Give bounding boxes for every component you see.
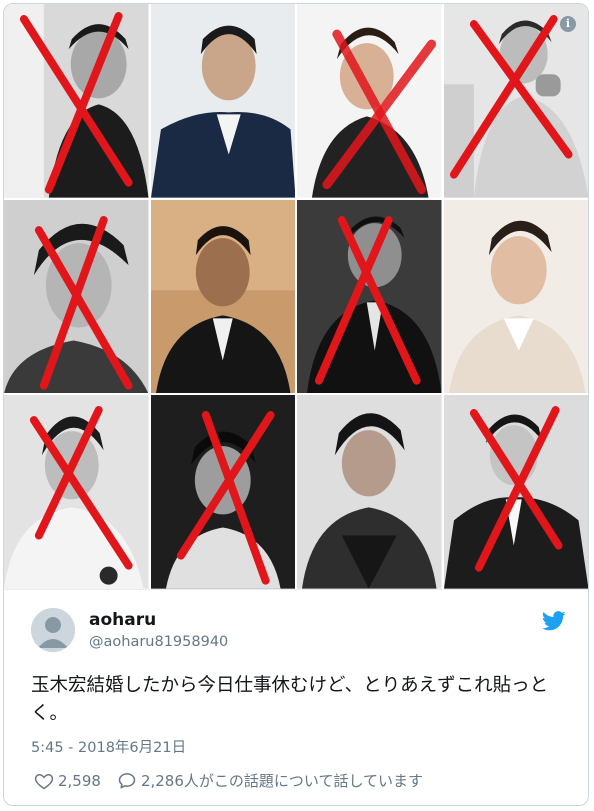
display-name[interactable]: aoharu [89, 610, 156, 630]
divider [4, 589, 588, 590]
red-cross-mark [469, 406, 563, 572]
red-cross-mark [34, 215, 133, 390]
portrait-photo [150, 199, 295, 394]
tweet-timestamp[interactable]: 5:45 - 2018年6月21日 [31, 736, 186, 757]
red-cross-mark [314, 215, 421, 385]
tweet-text: 玉木宏結婚したから今日仕事休むけど、とりあえずこれ貼っとく。 [31, 675, 549, 724]
tweet-actions: 2,598 2,286人がこの話題について話しています [34, 770, 423, 791]
user-handle[interactable]: @aoharu81958940 [89, 634, 228, 650]
photo-cell[interactable] [4, 395, 149, 589]
reply-button[interactable]: 2,286人がこの話題について話しています [117, 770, 423, 791]
portrait-photo [150, 4, 295, 198]
conversation-text: 2,286人がこの話題について話しています [140, 772, 423, 790]
like-button[interactable]: 2,598 [34, 771, 101, 791]
photo-cell[interactable] [443, 199, 588, 394]
red-cross-mark [176, 411, 275, 585]
tweet-card: i aoharu @aoharu81958940 玉木宏結婚したから今日仕事休む… [3, 3, 589, 806]
photo-cell[interactable] [150, 4, 295, 198]
photo-cell[interactable] [297, 395, 442, 589]
portrait-photo [443, 199, 588, 394]
photo-grid[interactable]: i [4, 4, 588, 589]
photo-cell[interactable] [443, 395, 588, 589]
red-cross-mark [449, 15, 573, 179]
photo-cell[interactable] [150, 199, 295, 394]
red-cross-mark [19, 12, 133, 194]
twitter-bird-icon[interactable] [542, 611, 566, 631]
portrait-photo [297, 395, 442, 589]
photo-cell[interactable] [297, 4, 442, 198]
photo-cell[interactable]: i [443, 4, 588, 198]
default-user-icon [31, 608, 75, 652]
like-count: 2,598 [58, 771, 101, 790]
photo-cell[interactable] [4, 199, 149, 394]
avatar[interactable] [31, 608, 75, 652]
red-cross-mark [29, 406, 133, 570]
photo-cell[interactable] [4, 4, 149, 198]
photo-cell[interactable] [150, 395, 295, 589]
comment-icon [118, 772, 136, 788]
photo-cell[interactable] [297, 199, 442, 394]
info-icon[interactable]: i [560, 16, 576, 32]
heart-icon [34, 773, 54, 789]
red-cross-mark [322, 29, 437, 195]
